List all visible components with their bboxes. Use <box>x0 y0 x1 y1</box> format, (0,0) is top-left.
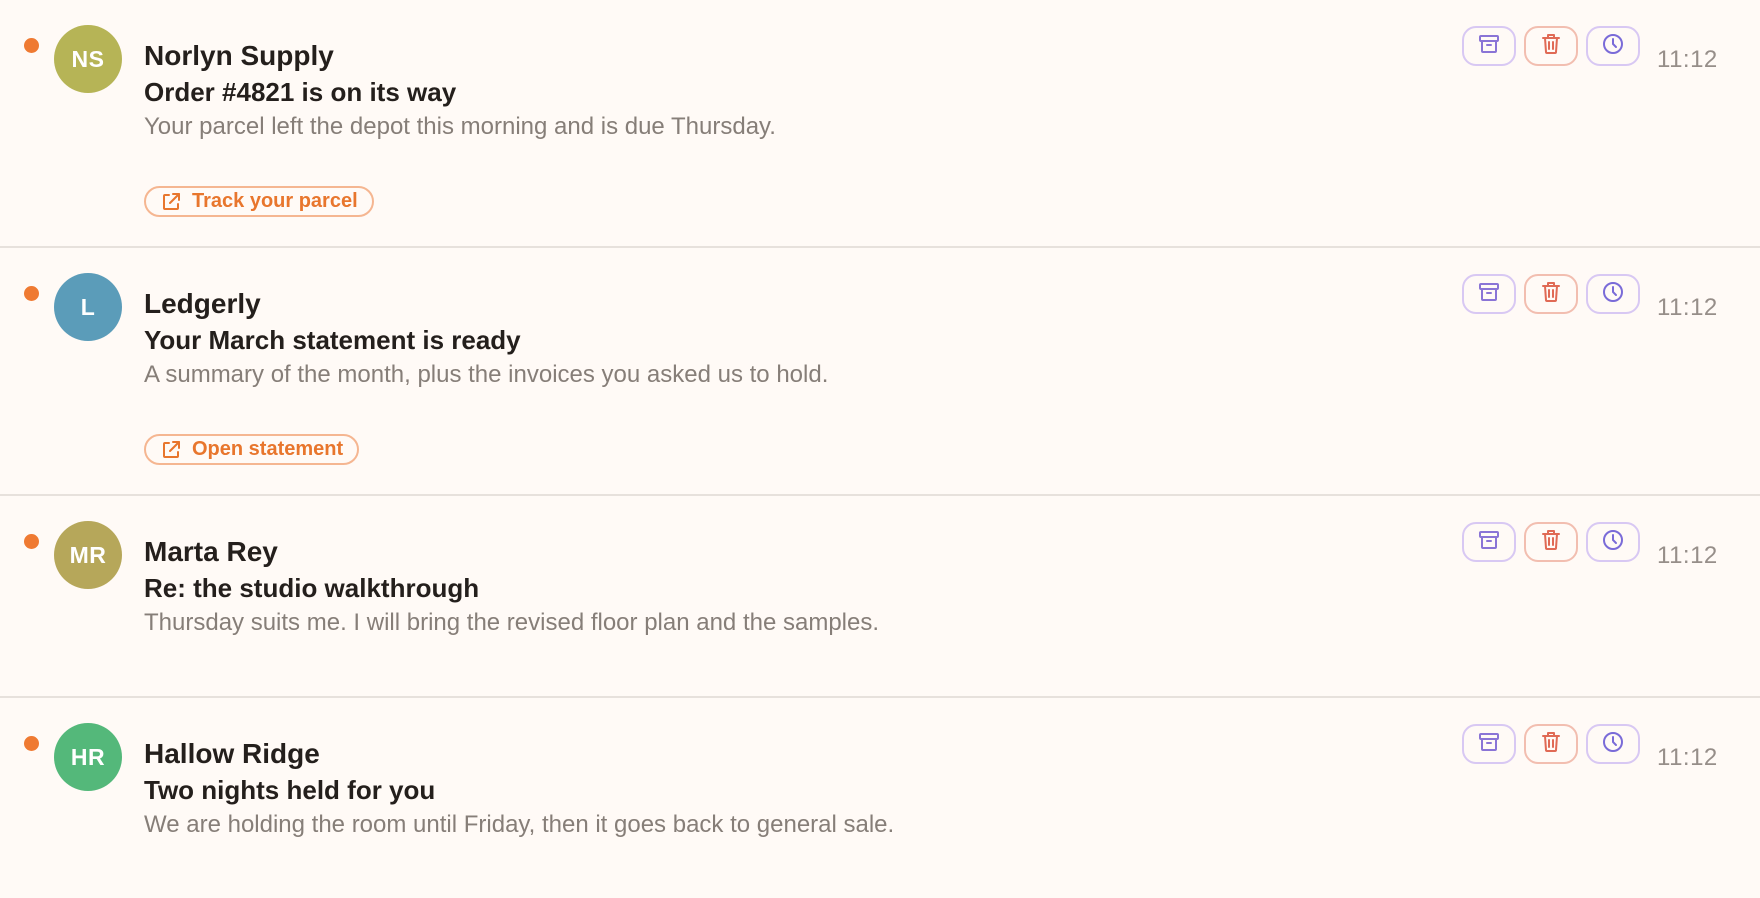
track-parcel-button[interactable]: Track your parcel <box>144 186 374 217</box>
subject: Re: the studio walkthrough <box>144 573 480 603</box>
message-row[interactable]: NS Norlyn Supply Order #4821 is on its w… <box>0 0 1760 248</box>
snooze-button[interactable] <box>1586 522 1640 562</box>
clock-icon <box>1601 280 1625 309</box>
sender-name: Hallow Ridge <box>144 738 320 769</box>
subject: Order #4821 is on its way <box>144 77 457 107</box>
archive-icon <box>1477 33 1501 60</box>
timestamp: 11:12 <box>1657 294 1718 321</box>
row-actions <box>1462 522 1640 562</box>
preview-text: Your parcel left the depot this morning … <box>144 113 776 140</box>
delete-button[interactable] <box>1524 522 1578 562</box>
message-list: NS Norlyn Supply Order #4821 is on its w… <box>0 0 1760 898</box>
archive-button[interactable] <box>1462 724 1516 764</box>
unread-dot <box>24 286 39 301</box>
sender-name: Norlyn Supply <box>144 40 334 71</box>
unread-dot <box>24 534 39 549</box>
avatar: L <box>54 273 122 341</box>
archive-button[interactable] <box>1462 274 1516 314</box>
archive-icon <box>1477 529 1501 556</box>
timestamp: 11:12 <box>1657 542 1718 569</box>
unread-dot <box>24 736 39 751</box>
delete-button[interactable] <box>1524 274 1578 314</box>
message-row[interactable]: L Ledgerly Your March statement is ready… <box>0 248 1760 496</box>
row-actions <box>1462 274 1640 314</box>
delete-button[interactable] <box>1524 724 1578 764</box>
subject: Two nights held for you <box>144 775 436 805</box>
unread-dot <box>24 38 39 53</box>
avatar: MR <box>54 521 122 589</box>
archive-icon <box>1477 281 1501 308</box>
archive-icon <box>1477 731 1501 758</box>
preview-text: Thursday suits me. I will bring the revi… <box>144 609 880 636</box>
snooze-button[interactable] <box>1586 724 1640 764</box>
trash-icon <box>1540 730 1562 759</box>
avatar: HR <box>54 723 122 791</box>
action-label: Open statement <box>192 438 344 460</box>
row-actions <box>1462 724 1640 764</box>
sender-name: Marta Rey <box>144 536 278 567</box>
clock-icon <box>1601 528 1625 557</box>
preview-text: A summary of the month, plus the invoice… <box>144 361 829 388</box>
snooze-button[interactable] <box>1586 274 1640 314</box>
external-link-icon <box>160 439 182 461</box>
trash-icon <box>1540 528 1562 557</box>
trash-icon <box>1540 32 1562 61</box>
preview-text: We are holding the room until Friday, th… <box>144 811 895 838</box>
snooze-button[interactable] <box>1586 26 1640 66</box>
open-statement-button[interactable]: Open statement <box>144 434 360 465</box>
subject: Your March statement is ready <box>144 325 521 355</box>
timestamp: 11:12 <box>1657 46 1718 73</box>
clock-icon <box>1601 730 1625 759</box>
external-link-icon <box>160 191 182 213</box>
clock-icon <box>1601 32 1625 61</box>
avatar: NS <box>54 25 122 93</box>
trash-icon <box>1540 280 1562 309</box>
timestamp: 11:12 <box>1657 744 1718 771</box>
row-actions <box>1462 26 1640 66</box>
sender-name: Ledgerly <box>144 288 261 319</box>
message-row[interactable]: MR Marta Rey Re: the studio walkthrough … <box>0 496 1760 698</box>
archive-button[interactable] <box>1462 522 1516 562</box>
archive-button[interactable] <box>1462 26 1516 66</box>
action-label: Track your parcel <box>192 190 358 212</box>
delete-button[interactable] <box>1524 26 1578 66</box>
message-row[interactable]: HR Hallow Ridge Two nights held for you … <box>0 698 1760 898</box>
